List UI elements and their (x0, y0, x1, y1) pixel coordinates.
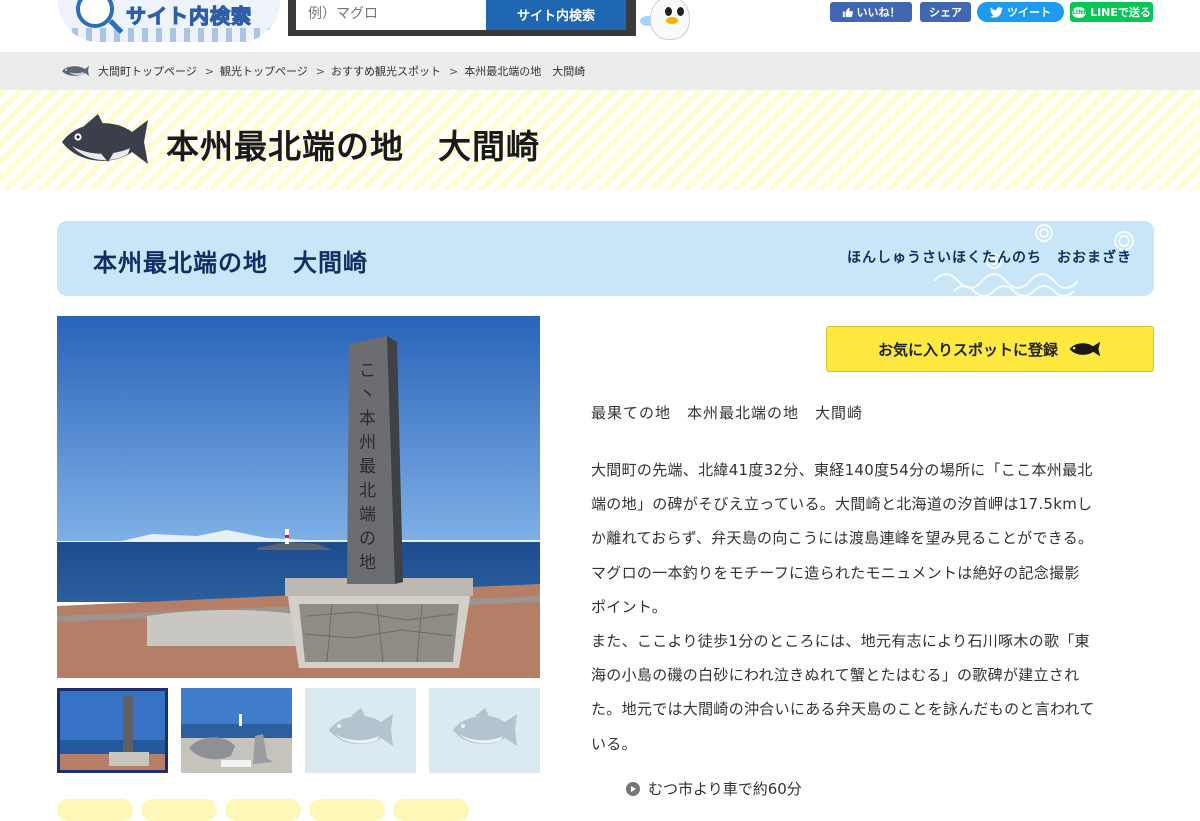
breadcrumb-current: 本州最北端の地 大間崎 (464, 65, 586, 78)
svg-text:丶: 丶 (359, 385, 376, 405)
tuna-icon (329, 708, 393, 746)
wave-decoration (58, 28, 280, 42)
search-input[interactable] (296, 0, 486, 30)
description-line: また、ここより徒歩1分のところには、地元有志により石川啄木の歌「東 (591, 632, 1090, 651)
svg-text:端: 端 (359, 505, 376, 525)
svg-text:こ: こ (359, 361, 376, 381)
spot-description: 大間町の先端、北緯41度32分、東経140度54分の場所に「ここ本州最北 端の地… (591, 453, 1159, 761)
svg-text:最: 最 (359, 457, 376, 477)
site-header: サイト内検索 サイト内検索 いいね！ シェア ツイート LINE LINEで送る (0, 0, 1200, 52)
search-button[interactable]: サイト内検索 (486, 0, 626, 30)
svg-text:地: 地 (359, 553, 376, 573)
breadcrumb-home[interactable]: 大間町トップページ (98, 63, 197, 79)
breadcrumb-tourism[interactable]: 観光トップページ (220, 63, 308, 79)
tag-pill[interactable] (57, 799, 133, 821)
facebook-share-button[interactable]: シェア (920, 2, 971, 22)
description-line: ポイント。 (591, 597, 668, 616)
thumbnail-1[interactable] (57, 688, 168, 773)
description-line: マグロの一本釣りをモチーフに造られたモニュメントは絶好の記念撮影 (591, 563, 1080, 582)
spot-name: 本州最北端の地 大間崎 (93, 249, 368, 277)
svg-text:北: 北 (359, 481, 376, 501)
tuna-icon (62, 66, 89, 76)
magnifier-icon (76, 0, 114, 28)
monument-photo: こ丶本 州最北 端の地 (57, 316, 540, 678)
breadcrumb-separator: > (315, 64, 325, 78)
tweet-label: ツイート (1007, 6, 1051, 19)
tuna-icon (62, 114, 148, 164)
thumbnail-3[interactable] (305, 688, 416, 773)
description-line: いる。 (591, 734, 637, 753)
description-line: か離れておらず、弁天島の向こうには渡島連峰を望み見ることができる。 (591, 529, 1094, 548)
spot-catchphrase: 最果ての地 本州最北端の地 大間崎 (591, 404, 864, 422)
svg-text:本: 本 (359, 409, 376, 429)
access-text: むつ市より車で約60分 (648, 780, 802, 798)
page-title-band: 本州最北端の地 大間崎 (0, 90, 1200, 190)
add-favorite-spot-button[interactable]: お気に入りスポットに登録 (826, 326, 1154, 372)
site-search-logo[interactable]: サイト内検索 (58, 0, 280, 42)
tag-pill[interactable] (141, 799, 217, 821)
like-icon (842, 7, 853, 17)
description-line: 海の小島の磯の白砂にわれ泣きぬれて蟹とたはむる」の歌碑が建立され (591, 666, 1080, 685)
thumbnail-4[interactable] (429, 688, 540, 773)
page-title: 本州最北端の地 大間崎 (166, 127, 540, 166)
spot-reading: ほんしゅうさいほくたんのち おおまざき (847, 250, 1132, 266)
search-bar: サイト内検索 (288, 0, 636, 36)
tag-pill[interactable] (393, 799, 469, 821)
description-line: た。地元では大間崎の沖合いにある弁天島のことを詠んだものと言われて (591, 700, 1095, 719)
tuna-icon (1069, 341, 1101, 357)
twitter-bird-icon (990, 6, 1003, 18)
add-favorite-label: お気に入りスポットに登録 (877, 341, 1058, 359)
tag-pill[interactable] (309, 799, 385, 821)
line-label: LINEで送る (1090, 6, 1151, 19)
tweet-button[interactable]: ツイート (977, 2, 1064, 22)
line-icon: LINE (1072, 6, 1088, 18)
description-line: 端の地」の碑がそびえ立っている。大間崎と北海道の汐首岬は17.5kmし (591, 495, 1093, 514)
svg-text:の: の (359, 529, 376, 549)
site-search-logo-text: サイト内検索 (125, 3, 252, 28)
mascot-bird-icon (640, 0, 696, 44)
share-label: シェア (929, 6, 962, 19)
line-send-button[interactable]: LINE LINEで送る (1070, 2, 1153, 22)
main-spot-photo[interactable]: こ丶本 州最北 端の地 (57, 316, 540, 678)
tuna-icon (453, 708, 517, 746)
access-info: むつ市より車で約60分 (626, 778, 802, 799)
tag-pill[interactable] (225, 799, 301, 821)
breadcrumb-separator: > (204, 64, 214, 78)
photo-thumbnails (57, 688, 540, 773)
breadcrumb: 大間町トップページ > 観光トップページ > おすすめ観光スポット > 本州最北… (0, 52, 1200, 90)
access-marker-icon (626, 781, 640, 796)
spot-header: 本州最北端の地 大間崎 ほんしゅうさいほくたんのち おおまざき (57, 221, 1154, 296)
thumbnail-2[interactable] (181, 688, 292, 773)
facebook-like-button[interactable]: いいね！ (830, 2, 912, 22)
like-label: いいね！ (856, 6, 901, 19)
breadcrumb-recommended-spots[interactable]: おすすめ観光スポット (331, 63, 441, 79)
description-line: 大間町の先端、北緯41度32分、東経140度54分の場所に「ここ本州最北 (591, 461, 1093, 479)
breadcrumb-separator: > (449, 64, 459, 78)
svg-text:州: 州 (359, 433, 376, 453)
